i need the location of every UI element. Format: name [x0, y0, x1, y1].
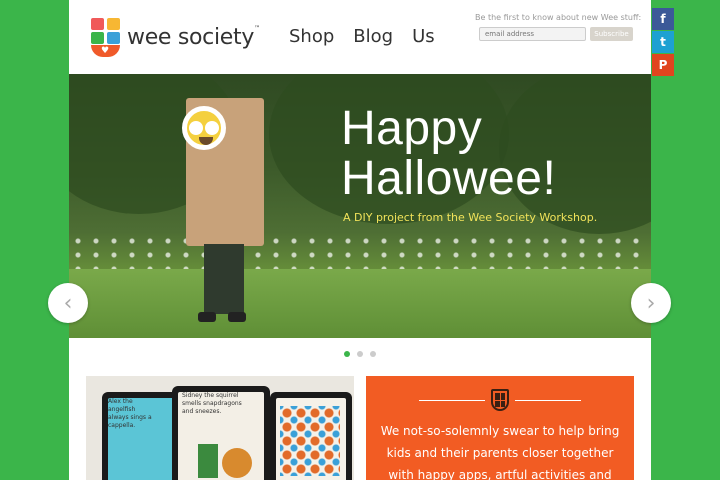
- hero-photo-child-costume: [164, 84, 284, 334]
- newsletter-signup: Be the first to know about new Wee stuff…: [475, 13, 642, 41]
- carousel-dots: [344, 351, 376, 357]
- main-nav: Shop Blog Us: [289, 26, 435, 47]
- email-input[interactable]: [479, 27, 586, 41]
- lawn-background: [69, 269, 651, 338]
- carousel-dot-3[interactable]: [370, 351, 376, 357]
- hero-slide[interactable]: Happy Hallowee! A DIY project from the W…: [69, 74, 651, 338]
- tablet-1: Alex the angelfish always sings a cappel…: [102, 392, 182, 480]
- nav-blog[interactable]: Blog: [353, 26, 393, 47]
- nav-shop[interactable]: Shop: [289, 26, 334, 47]
- page-container: ♥ wee society™ Shop Blog Us Be the first…: [69, 0, 651, 480]
- tablet-2: Sidney the squirrel smells snapdragons a…: [172, 386, 270, 480]
- tablet-2-text: Sidney the squirrel smells snapdragons a…: [182, 392, 242, 415]
- brand-name: wee society™: [127, 24, 260, 50]
- crest-icon: ♥: [91, 18, 121, 57]
- hero-tagline: A DIY project from the Wee Society Works…: [343, 211, 598, 224]
- flowers-background: [69, 234, 651, 274]
- twitter-icon[interactable]: t: [652, 31, 674, 53]
- mission-statement: We not-so-solemnly swear to help bring k…: [380, 424, 620, 480]
- subscribe-button[interactable]: Subscribe: [590, 27, 633, 41]
- carousel-next-button[interactable]: ›: [631, 283, 671, 323]
- pinterest-icon[interactable]: P: [652, 54, 674, 76]
- crest-emblem-icon: [491, 389, 509, 411]
- apps-promo-image[interactable]: Alex the angelfish always sings a cappel…: [86, 376, 354, 480]
- facebook-icon[interactable]: f: [652, 8, 674, 30]
- carousel-dot-1[interactable]: [344, 351, 350, 357]
- mission-ornament: [411, 389, 589, 411]
- tablet-1-text: Alex the angelfish always sings a cappel…: [108, 398, 152, 429]
- logo[interactable]: ♥ wee society™: [91, 18, 260, 57]
- signup-message: Be the first to know about new Wee stuff…: [475, 13, 642, 22]
- mission-panel: We not-so-solemnly swear to help bring k…: [366, 376, 634, 480]
- carousel-dot-2[interactable]: [357, 351, 363, 357]
- tablet-3: [270, 392, 352, 480]
- nav-us[interactable]: Us: [412, 26, 435, 47]
- carousel-prev-button[interactable]: ‹: [48, 283, 88, 323]
- hero-headline: Happy Hallowee!: [341, 102, 557, 205]
- social-links: f t P: [652, 8, 676, 77]
